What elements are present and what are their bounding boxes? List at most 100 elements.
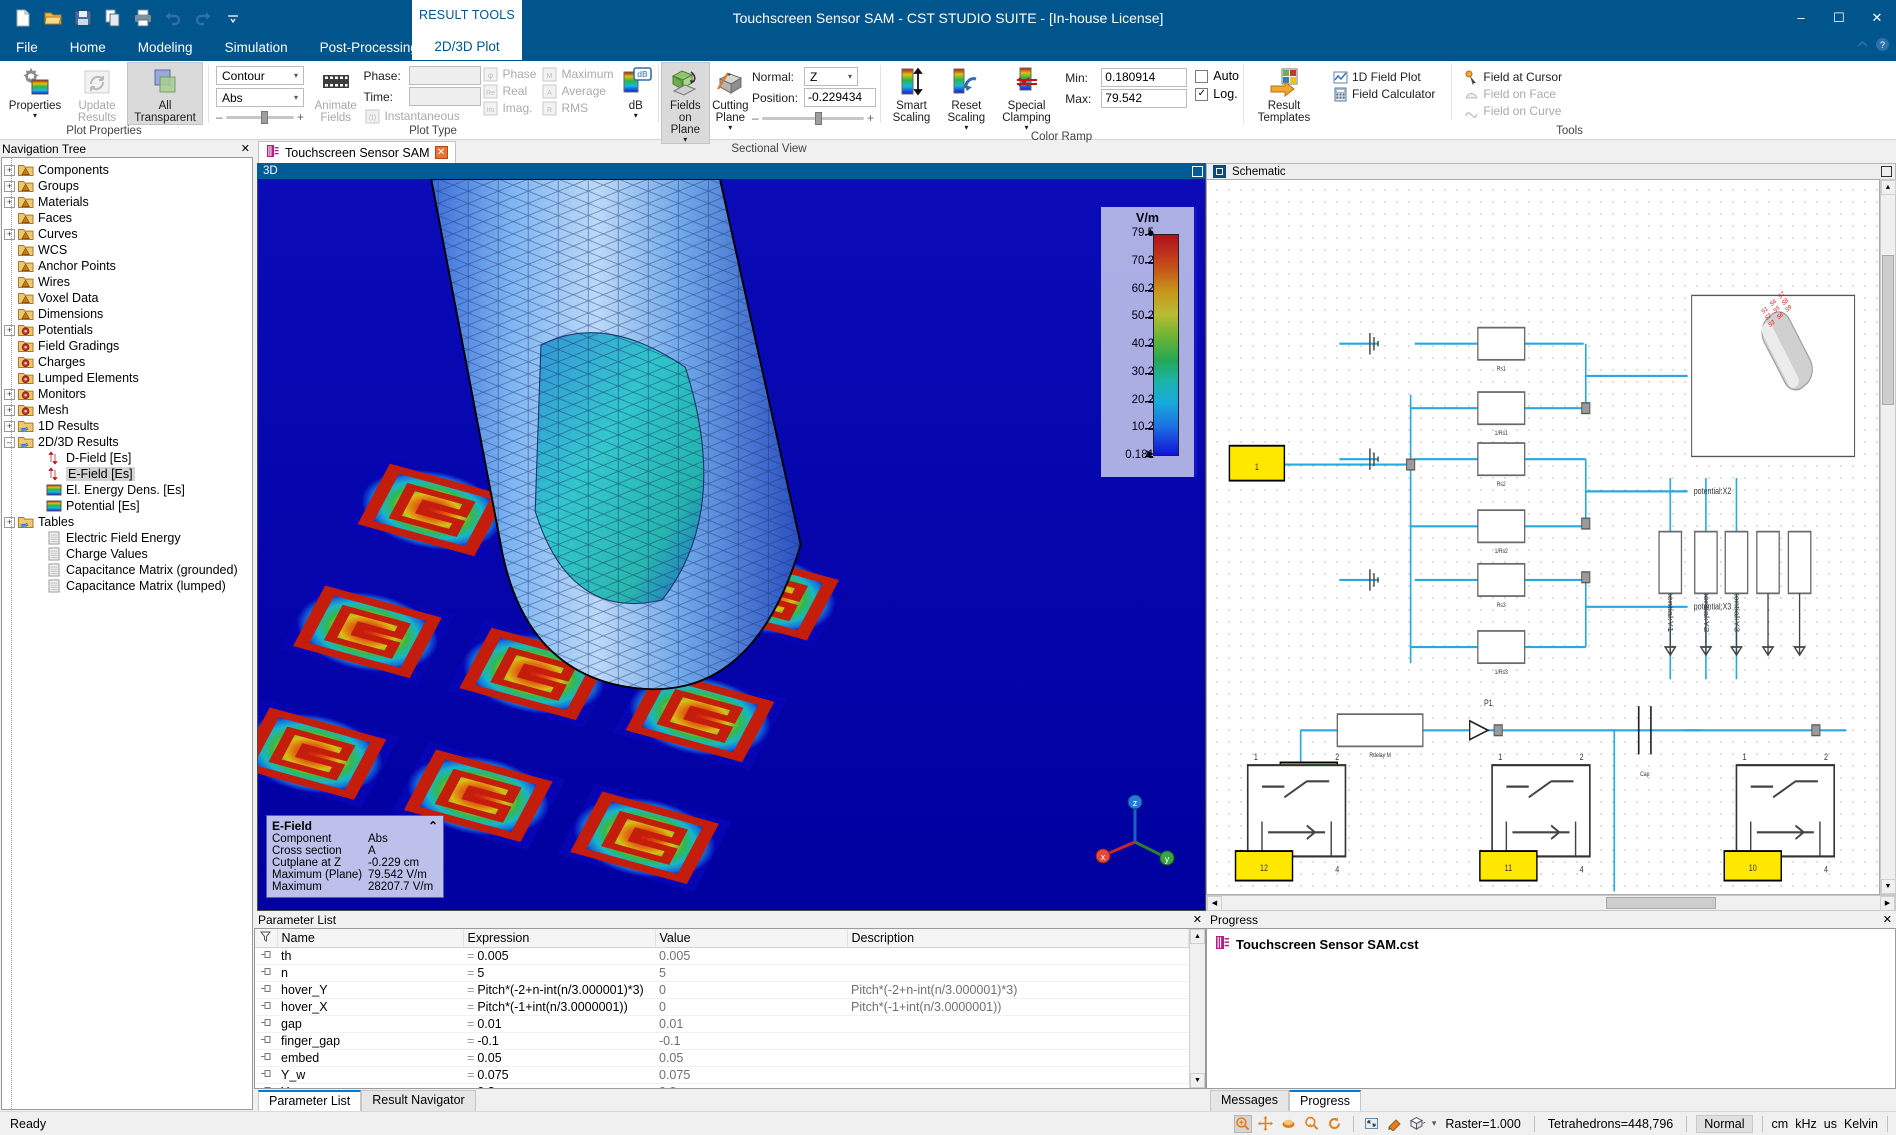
filter-icon[interactable] xyxy=(255,929,277,948)
expand-icon[interactable]: + xyxy=(4,181,15,192)
legend-min-marker[interactable]: ► xyxy=(1145,449,1156,459)
tree-item-anchor-points[interactable]: Anchor Points xyxy=(2,258,252,274)
tree-item-d-field-es[interactable]: D-Field [Es] xyxy=(2,450,252,466)
min-input[interactable]: 0.180914 xyxy=(1101,68,1187,87)
tree-item-2d-3d-results[interactable]: –2D/3D Results xyxy=(2,434,252,450)
cutting-plane-caret-icon[interactable]: ▾ xyxy=(728,124,732,131)
result-templates-button[interactable]: Result Templates xyxy=(1247,63,1321,124)
cell-name[interactable]: Y_a xyxy=(277,1084,463,1090)
rotate-view-icon[interactable] xyxy=(1326,1115,1344,1133)
tree-item-voxel-data[interactable]: Voxel Data xyxy=(2,290,252,306)
table-row[interactable]: hover_Y=Pitch*(-2+n-int(n/3.000001)*3)0P… xyxy=(255,982,1189,999)
slider-thumb[interactable] xyxy=(261,111,268,124)
plot-type-combo[interactable]: Contour ▾ xyxy=(216,66,304,85)
properties-button[interactable]: Properties ▾ xyxy=(4,63,66,119)
position-slider-thumb[interactable] xyxy=(815,112,822,125)
parameter-scroll-down-button[interactable]: ▼ xyxy=(1190,1073,1205,1088)
tree-item-wcs[interactable]: WCS xyxy=(2,242,252,258)
tab-progress[interactable]: Progress xyxy=(1289,1090,1361,1111)
expand-icon[interactable]: + xyxy=(4,421,15,432)
cell-expression[interactable]: =5 xyxy=(463,965,655,982)
view-cube-icon[interactable] xyxy=(1409,1115,1427,1133)
print-icon[interactable] xyxy=(130,5,156,31)
properties-caret-icon[interactable]: ▾ xyxy=(33,112,37,119)
schematic-canvas[interactable]: 1 Rs1 xyxy=(1206,179,1880,895)
cell-expression[interactable]: =0.3 xyxy=(463,1084,655,1090)
cell-description[interactable] xyxy=(847,948,1189,965)
field-calculator-button[interactable]: Field Calculator xyxy=(1331,86,1439,103)
cell-description[interactable]: Pitch*(-2+n-int(n/3.000001)*3) xyxy=(847,982,1189,999)
fit-icon[interactable] xyxy=(1363,1115,1381,1133)
schematic-scroll-up-button[interactable]: ▲ xyxy=(1881,180,1896,195)
tree-item-electric-field-energy[interactable]: Electric Field Energy xyxy=(2,530,252,546)
row-pin-icon[interactable] xyxy=(255,1050,277,1067)
view-3d-maximize-icon[interactable] xyxy=(1192,166,1203,177)
tree-item-charge-values[interactable]: Charge Values xyxy=(2,546,252,562)
tree-item-potentials[interactable]: +Potentials xyxy=(2,322,252,338)
tab-messages[interactable]: Messages xyxy=(1210,1090,1289,1111)
tree-item-el-energy-dens-es[interactable]: El. Energy Dens. [Es] xyxy=(2,482,252,498)
unit-frequency[interactable]: kHz xyxy=(1795,1117,1817,1131)
normal-combo[interactable]: Z ▾ xyxy=(804,67,858,86)
cell-expression[interactable]: =0.075 xyxy=(463,1067,655,1084)
tree-item-materials[interactable]: +Materials xyxy=(2,194,252,210)
tab-simulation[interactable]: Simulation xyxy=(209,36,304,61)
save-icon[interactable] xyxy=(70,5,96,31)
unit-time[interactable]: us xyxy=(1824,1117,1837,1131)
db-button[interactable]: dB dB ▾ xyxy=(617,63,654,119)
tree-item-dimensions[interactable]: Dimensions xyxy=(2,306,252,322)
navigation-tree[interactable]: +Components+Groups+MaterialsFaces+Curves… xyxy=(1,157,253,1110)
zoom-icon[interactable] xyxy=(1234,1115,1252,1133)
1d-field-plot-button[interactable]: 1D Field Plot xyxy=(1331,69,1439,86)
close-button[interactable]: ✕ xyxy=(1858,0,1896,35)
cell-name[interactable]: embed xyxy=(277,1050,463,1067)
cell-description[interactable] xyxy=(847,1084,1189,1090)
column-header-value[interactable]: Value xyxy=(655,929,847,948)
component-combo[interactable]: Abs ▾ xyxy=(216,88,304,107)
tree-item-charges[interactable]: Charges xyxy=(2,354,252,370)
schematic-rdelay-block[interactable] xyxy=(1337,714,1423,746)
cell-name[interactable]: Y_w xyxy=(277,1067,463,1084)
parameter-scroll-up-button[interactable]: ▲ xyxy=(1190,929,1205,944)
position-slider-track[interactable] xyxy=(762,117,864,120)
expand-icon[interactable]: + xyxy=(4,325,15,336)
view-3d-canvas[interactable]: V/m 79.570.260.250.240.230.220.210.20.18… xyxy=(257,179,1206,911)
cell-expression[interactable]: =0.005 xyxy=(463,948,655,965)
table-row[interactable]: embed=0.050.05 xyxy=(255,1050,1189,1067)
parameter-list-close-icon[interactable]: ✕ xyxy=(1193,913,1202,926)
cell-expression[interactable]: =0.05 xyxy=(463,1050,655,1067)
fields-on-plane-button[interactable]: Fields on Plane ▾ xyxy=(662,63,709,143)
table-row[interactable]: finger_gap=-0.1-0.1 xyxy=(255,1033,1189,1050)
collapse-ribbon-icon[interactable] xyxy=(1856,38,1869,54)
solver-mode-badge[interactable]: Normal xyxy=(1696,1115,1752,1133)
schematic-scroll-thumb-h[interactable] xyxy=(1606,897,1716,909)
tree-item-field-gradings[interactable]: Field Gradings xyxy=(2,338,252,354)
tree-item-lumped-elements[interactable]: Lumped Elements xyxy=(2,370,252,386)
cell-expression[interactable]: =Pitch*(-1+int(n/3.0000001)) xyxy=(463,999,655,1016)
tree-item-components[interactable]: +Components xyxy=(2,162,252,178)
cell-description[interactable] xyxy=(847,1016,1189,1033)
parameter-table-scrollbar[interactable]: ▲ ▼ xyxy=(1189,929,1205,1088)
schematic-horizontal-scrollbar[interactable]: ◀ ▶ xyxy=(1206,895,1896,911)
row-pin-icon[interactable] xyxy=(255,1016,277,1033)
minimize-button[interactable]: – xyxy=(1782,0,1820,35)
expand-icon[interactable]: + xyxy=(4,389,15,400)
field-info-collapse-icon[interactable]: ⌃ xyxy=(428,819,438,833)
reset-scaling-caret-icon[interactable]: ▾ xyxy=(964,124,968,131)
cell-name[interactable]: finger_gap xyxy=(277,1033,463,1050)
table-row[interactable]: Y_w=0.0750.075 xyxy=(255,1067,1189,1084)
progress-body[interactable]: Touchscreen Sensor SAM.cst xyxy=(1206,928,1896,1089)
pick-icon[interactable] xyxy=(1386,1115,1404,1133)
auto-checkbox-row[interactable]: Auto xyxy=(1195,69,1239,83)
progress-item[interactable]: Touchscreen Sensor SAM.cst xyxy=(1215,935,1887,953)
zoom-out-icon[interactable] xyxy=(1303,1115,1321,1133)
plot-density-slider[interactable]: – + xyxy=(216,110,304,124)
tree-item-monitors[interactable]: +Monitors xyxy=(2,386,252,402)
table-row[interactable]: hover_X=Pitch*(-1+int(n/3.0000001))0Pitc… xyxy=(255,999,1189,1016)
row-pin-icon[interactable] xyxy=(255,1067,277,1084)
slider-track[interactable] xyxy=(226,116,294,119)
document-tab-touchscreen-sensor-sam[interactable]: Touchscreen Sensor SAM ✕ xyxy=(258,141,456,163)
fields-on-plane-caret-icon[interactable]: ▾ xyxy=(683,136,687,143)
tree-item-groups[interactable]: +Groups xyxy=(2,178,252,194)
collapse-icon[interactable]: – xyxy=(4,437,15,448)
